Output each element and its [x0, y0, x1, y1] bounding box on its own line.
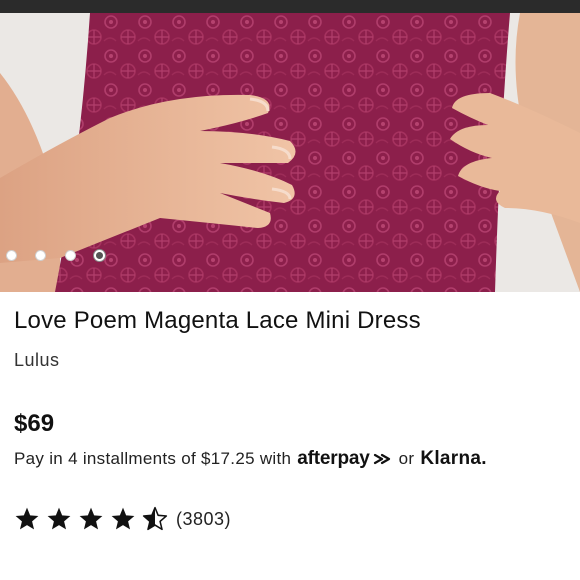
installment-info: Pay in 4 installments of $17.25 with aft… — [14, 448, 487, 470]
or-text: or — [398, 449, 415, 468]
afterpay-logo[interactable]: afterpay — [297, 448, 370, 470]
brand-name[interactable]: Lulus — [14, 350, 60, 371]
product-price: $69 — [14, 410, 55, 437]
klarna-logo[interactable]: Klarna. — [420, 448, 487, 470]
status-bar — [0, 0, 580, 13]
gallery-pagination — [0, 248, 120, 264]
star-full-icon — [79, 507, 103, 530]
installment-text: Pay in 4 installments of $17.25 with — [14, 449, 292, 468]
product-rating[interactable]: (3803) — [14, 506, 231, 532]
star-full-icon — [47, 507, 71, 530]
gallery-dot-4[interactable] — [94, 250, 105, 261]
product-title: Love Poem Magenta Lace Mini Dress — [14, 307, 421, 334]
star-half-icon — [142, 506, 168, 531]
review-count[interactable]: (3803) — [176, 509, 231, 530]
gallery-dot-3[interactable] — [65, 250, 76, 261]
star-full-icon — [111, 507, 135, 530]
gallery-dot-1[interactable] — [6, 250, 17, 261]
gallery-dot-2[interactable] — [35, 250, 46, 261]
star-full-icon — [15, 507, 39, 530]
afterpay-arrows-icon — [373, 453, 390, 465]
